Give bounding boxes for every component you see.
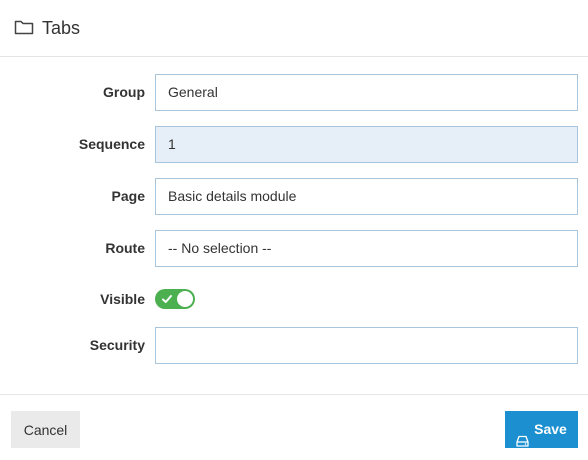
dialog-title: Tabs: [42, 17, 81, 38]
security-row: Security: [0, 327, 588, 364]
page-row: Page Basic details module: [0, 178, 588, 215]
route-select[interactable]: -- No selection --: [155, 230, 578, 267]
save-label: Save: [534, 421, 567, 437]
route-label: Route: [105, 240, 145, 256]
cancel-button[interactable]: Cancel: [11, 411, 80, 448]
page-label: Page: [111, 188, 145, 204]
page-field[interactable]: Basic details module: [155, 178, 578, 215]
dialog-header: Tabs: [0, 0, 588, 57]
dialog-footer: Cancel Save: [0, 394, 588, 460]
group-row: Group General: [0, 74, 588, 111]
sequence-label: Sequence: [78, 136, 145, 152]
route-row: Route -- No selection --: [0, 230, 588, 267]
group-field[interactable]: General: [155, 74, 578, 111]
sequence-field[interactable]: 1: [155, 126, 578, 163]
security-field[interactable]: [155, 327, 578, 364]
tabs-dialog: Tabs Group General Sequence 1 Page Basic…: [0, 0, 588, 460]
sequence-row: Sequence 1: [0, 126, 588, 163]
visible-toggle[interactable]: [155, 289, 195, 309]
toggle-knob: [177, 291, 193, 307]
hdd-icon: [516, 424, 529, 447]
save-button[interactable]: Save: [505, 411, 578, 448]
group-label: Group: [103, 84, 145, 100]
security-label: Security: [89, 337, 145, 353]
folder-icon: [14, 18, 34, 36]
visible-row: Visible: [0, 281, 588, 318]
visible-label: Visible: [100, 291, 145, 307]
check-icon: [161, 292, 173, 304]
